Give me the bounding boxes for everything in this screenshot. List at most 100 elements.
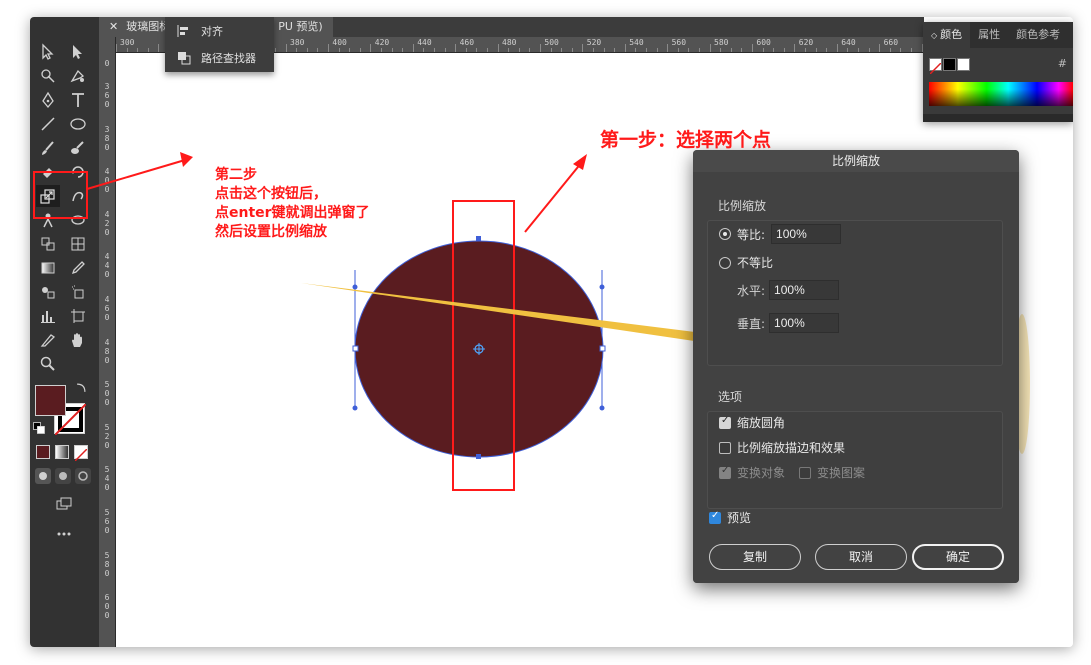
draw-behind-icon[interactable] <box>54 467 72 485</box>
fill-color-swatch[interactable] <box>35 385 66 416</box>
uniform-field[interactable] <box>771 224 842 244</box>
selection-tool-icon[interactable] <box>36 41 60 63</box>
eyedropper-tool-icon[interactable] <box>66 257 90 279</box>
ruler-top-tick <box>582 44 584 52</box>
zoom-tool-icon[interactable] <box>36 353 60 375</box>
scale-strokes-checkbox[interactable] <box>719 441 731 454</box>
blend-tool-icon[interactable] <box>36 281 60 303</box>
tab-color[interactable]: ◇ 颜色 <box>923 22 971 48</box>
scale-corners-checkbox[interactable] <box>719 415 731 429</box>
ruler-top-tick <box>338 48 340 52</box>
ruler-top-label: 620 <box>798 38 814 47</box>
ruler-top-label: 660 <box>883 38 899 47</box>
ruler-top-label: 640 <box>841 38 856 47</box>
symbol-sprayer-tool-icon[interactable] <box>66 281 90 303</box>
handle-dot-4[interactable] <box>599 405 605 411</box>
hand-tool-icon[interactable] <box>66 329 90 351</box>
ruler-top-tick <box>868 48 870 52</box>
anchor-left[interactable] <box>352 345 359 352</box>
perspective-grid-tool-icon[interactable] <box>66 233 90 255</box>
ruler-top-tick <box>434 48 435 52</box>
draw-normal-icon[interactable] <box>34 467 52 485</box>
ruler-top-label: 420 <box>374 38 390 47</box>
ok-button[interactable]: 确定 <box>912 544 1004 570</box>
ruler-top-label: 400 <box>332 38 347 47</box>
cancel-button[interactable]: 取消 <box>815 544 907 570</box>
panel-collapse-icon[interactable]: ◇ <box>931 31 937 40</box>
preview-checkbox[interactable] <box>709 510 721 524</box>
ruler-top-label: 600 <box>756 38 771 47</box>
window-menu-dropdown: 对齐 路径查找器 <box>165 17 274 72</box>
vertical-field[interactable] <box>769 313 840 333</box>
options-group-label: 选项 <box>718 390 743 404</box>
ruler-top-tick <box>561 48 563 52</box>
default-colors-icon[interactable] <box>32 421 46 435</box>
none-swatch[interactable] <box>929 58 942 75</box>
vertical-ruler[interactable]: 0360380400420440460480500520540560580600 <box>99 37 116 647</box>
draw-inside-icon[interactable] <box>74 467 92 485</box>
menu-item-align[interactable]: 对齐 <box>165 17 274 44</box>
ruler-top-tick <box>497 44 499 52</box>
ruler-left-label: 460 <box>104 295 110 322</box>
ruler-top-tick <box>444 48 446 52</box>
column-graph-tool-icon[interactable] <box>36 305 60 327</box>
horizontal-field[interactable] <box>769 280 840 300</box>
ruler-top-label: 540 <box>629 38 644 47</box>
uniform-radio-row[interactable]: 等比: <box>719 224 842 244</box>
annotation-arrow-step2 <box>86 152 193 190</box>
ruler-top-tick <box>635 48 637 52</box>
magic-wand-tool-icon[interactable] <box>36 65 60 87</box>
pen-tool-icon[interactable] <box>36 89 60 111</box>
white-swatch[interactable] <box>957 58 970 71</box>
type-tool-icon[interactable] <box>66 89 90 111</box>
panel-scrollbar[interactable] <box>923 114 1073 122</box>
none-mode-icon[interactable] <box>74 445 88 462</box>
ruler-top-tick <box>285 44 287 52</box>
handle-dot-3[interactable] <box>599 284 605 290</box>
anchor-top[interactable] <box>476 236 481 241</box>
ruler-top-tick <box>773 48 775 52</box>
handle-dot-1[interactable] <box>352 284 358 290</box>
ruler-top-tick <box>391 48 393 52</box>
ruler-top-tick <box>465 48 467 52</box>
color-spectrum[interactable] <box>929 82 1073 106</box>
artboard-tool-icon[interactable] <box>66 305 90 327</box>
swap-colors-icon[interactable] <box>74 381 88 395</box>
ruler-top-tick <box>381 48 382 52</box>
copy-button[interactable]: 复制 <box>709 544 801 570</box>
transform-patterns-label: 变换图案 <box>817 466 866 480</box>
tab-properties[interactable]: 属性 <box>970 22 1008 48</box>
close-tab-icon[interactable]: ✕ <box>109 17 118 37</box>
scale-corners-row[interactable]: 缩放圆角 <box>719 414 785 431</box>
more-tools-icon[interactable] <box>52 523 76 545</box>
ruler-top-tick <box>370 44 372 52</box>
anchor-right[interactable] <box>599 345 606 352</box>
lasso-tool-icon[interactable] <box>66 65 90 87</box>
hex-label: # <box>1057 57 1067 70</box>
screen-mode-icon[interactable] <box>52 493 76 515</box>
anchor-bottom[interactable] <box>476 454 481 459</box>
handle-dot-2[interactable] <box>352 405 358 411</box>
non-uniform-radio-row[interactable]: 不等比 <box>719 254 773 271</box>
color-mode-icon[interactable] <box>36 445 50 459</box>
non-uniform-radio[interactable] <box>719 256 731 269</box>
scale-strokes-row[interactable]: 比例缩放描边和效果 <box>719 439 845 456</box>
preview-row[interactable]: 预览 <box>709 509 751 526</box>
gradient-mode-icon[interactable] <box>55 445 69 459</box>
line-tool-icon[interactable] <box>36 113 60 135</box>
tab-color-guide[interactable]: 颜色参考 <box>1008 22 1068 48</box>
ellipse-tool-icon[interactable] <box>66 113 90 135</box>
ruler-top-tick <box>487 48 488 52</box>
ruler-top-tick <box>900 48 902 52</box>
menu-item-pathfinder-label: 路径查找器 <box>201 51 256 65</box>
paintbrush-tool-icon[interactable] <box>36 137 60 159</box>
ruler-top-tick <box>709 44 711 52</box>
black-swatch[interactable] <box>943 58 956 71</box>
ruler-top-tick <box>783 48 785 52</box>
uniform-radio[interactable] <box>719 228 731 240</box>
shape-builder-tool-icon[interactable] <box>36 233 60 255</box>
menu-item-pathfinder[interactable]: 路径查找器 <box>165 44 274 71</box>
gradient-tool-icon[interactable] <box>36 257 60 279</box>
direct-selection-tool-icon[interactable] <box>66 41 90 63</box>
slice-tool-icon[interactable] <box>36 329 60 351</box>
